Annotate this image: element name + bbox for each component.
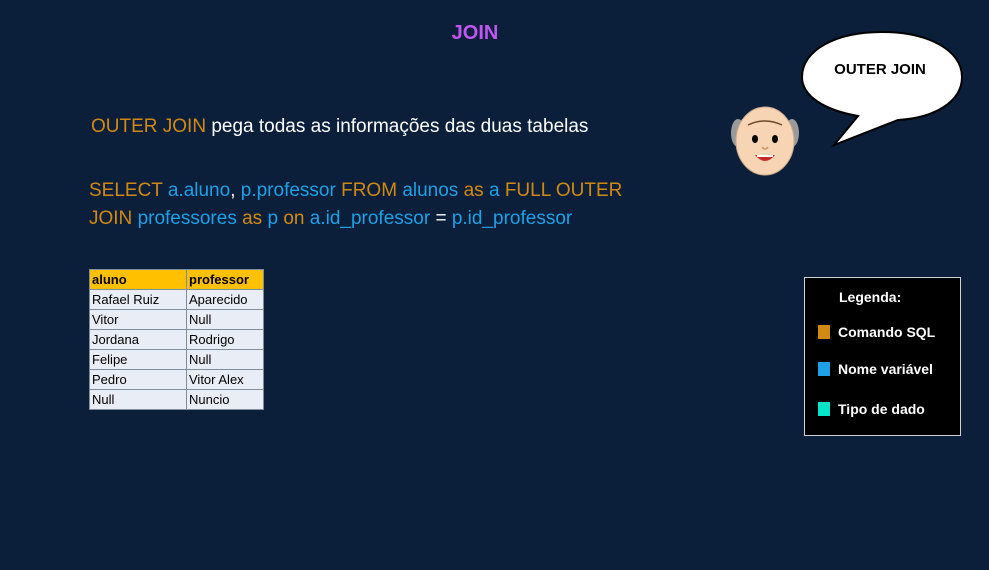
legend-swatch (818, 362, 830, 376)
speech-bubble-text: OUTER JOIN (834, 61, 926, 78)
sql-token: a (488, 180, 505, 201)
sql-token: on (283, 208, 310, 229)
table-cell: Vitor Alex (186, 369, 264, 390)
legend-label: Comando SQL (838, 324, 936, 340)
table-cell: Pedro (89, 369, 187, 390)
table-row: Felipe Null (89, 349, 264, 370)
table-cell: Null (186, 309, 264, 330)
legend: Legenda: Comando SQL Nome variável Tipo … (804, 277, 961, 436)
professor-face-icon (731, 106, 799, 176)
sql-token: p.id_professor (451, 208, 573, 229)
legend-item-comando-sql: Comando SQL (818, 324, 935, 340)
table-cell: Null (89, 389, 187, 410)
legend-swatch (818, 402, 830, 416)
table-cell: Felipe (89, 349, 187, 370)
sql-token: professores (137, 208, 243, 229)
legend-label: Nome variável (838, 361, 933, 377)
table-cell: Aparecido (186, 289, 264, 310)
description-rest: pega todas as informações das duas tabel… (206, 116, 589, 137)
sql-token: as (242, 208, 268, 229)
sql-token: , (230, 180, 241, 201)
description-text: OUTER JOIN pega todas as informações das… (91, 113, 591, 141)
sql-token: a.id_professor (309, 208, 436, 229)
sql-token: = (435, 208, 452, 229)
sql-token: SELECT (89, 180, 168, 201)
table-cell: Nuncio (186, 389, 264, 410)
table-row: Pedro Vitor Alex (89, 369, 264, 390)
column-header-professor: professor (186, 269, 264, 290)
slide: JOIN OUTER JOIN pega todas as informaçõe… (0, 0, 989, 570)
legend-title: Legenda: (839, 289, 902, 305)
legend-swatch (818, 325, 830, 339)
sql-token: p.professor (240, 180, 342, 201)
table-row: Null Nuncio (89, 389, 264, 410)
legend-item-nome-variavel: Nome variável (818, 361, 933, 377)
sql-token: as (463, 180, 489, 201)
table-cell: Vitor (89, 309, 187, 330)
table-cell: Rafael Ruiz (89, 289, 187, 310)
column-header-aluno: aluno (89, 269, 187, 290)
legend-item-tipo-de-dado: Tipo de dado (818, 401, 925, 417)
sql-token: FROM (341, 180, 403, 201)
table-cell: Jordana (89, 329, 187, 350)
table-row: Jordana Rodrigo (89, 329, 264, 350)
table-row: Rafael Ruiz Aparecido (89, 289, 264, 310)
sql-token: alunos (402, 180, 464, 201)
result-table: aluno professor Rafael Ruiz Aparecido Vi… (89, 269, 264, 410)
sql-token: p (267, 208, 284, 229)
legend-label: Tipo de dado (838, 401, 925, 417)
table-row: Vitor Null (89, 309, 264, 330)
speech-bubble-icon (800, 30, 964, 148)
sql-token: a.aluno (167, 180, 231, 201)
table-cell: Null (186, 349, 264, 370)
sql-query: SELECT a.aluno, p.professor FROM alunos … (89, 177, 669, 233)
description-keyword: OUTER JOIN (91, 116, 207, 137)
table-cell: Rodrigo (186, 329, 264, 350)
table-header-row: aluno professor (89, 269, 264, 290)
